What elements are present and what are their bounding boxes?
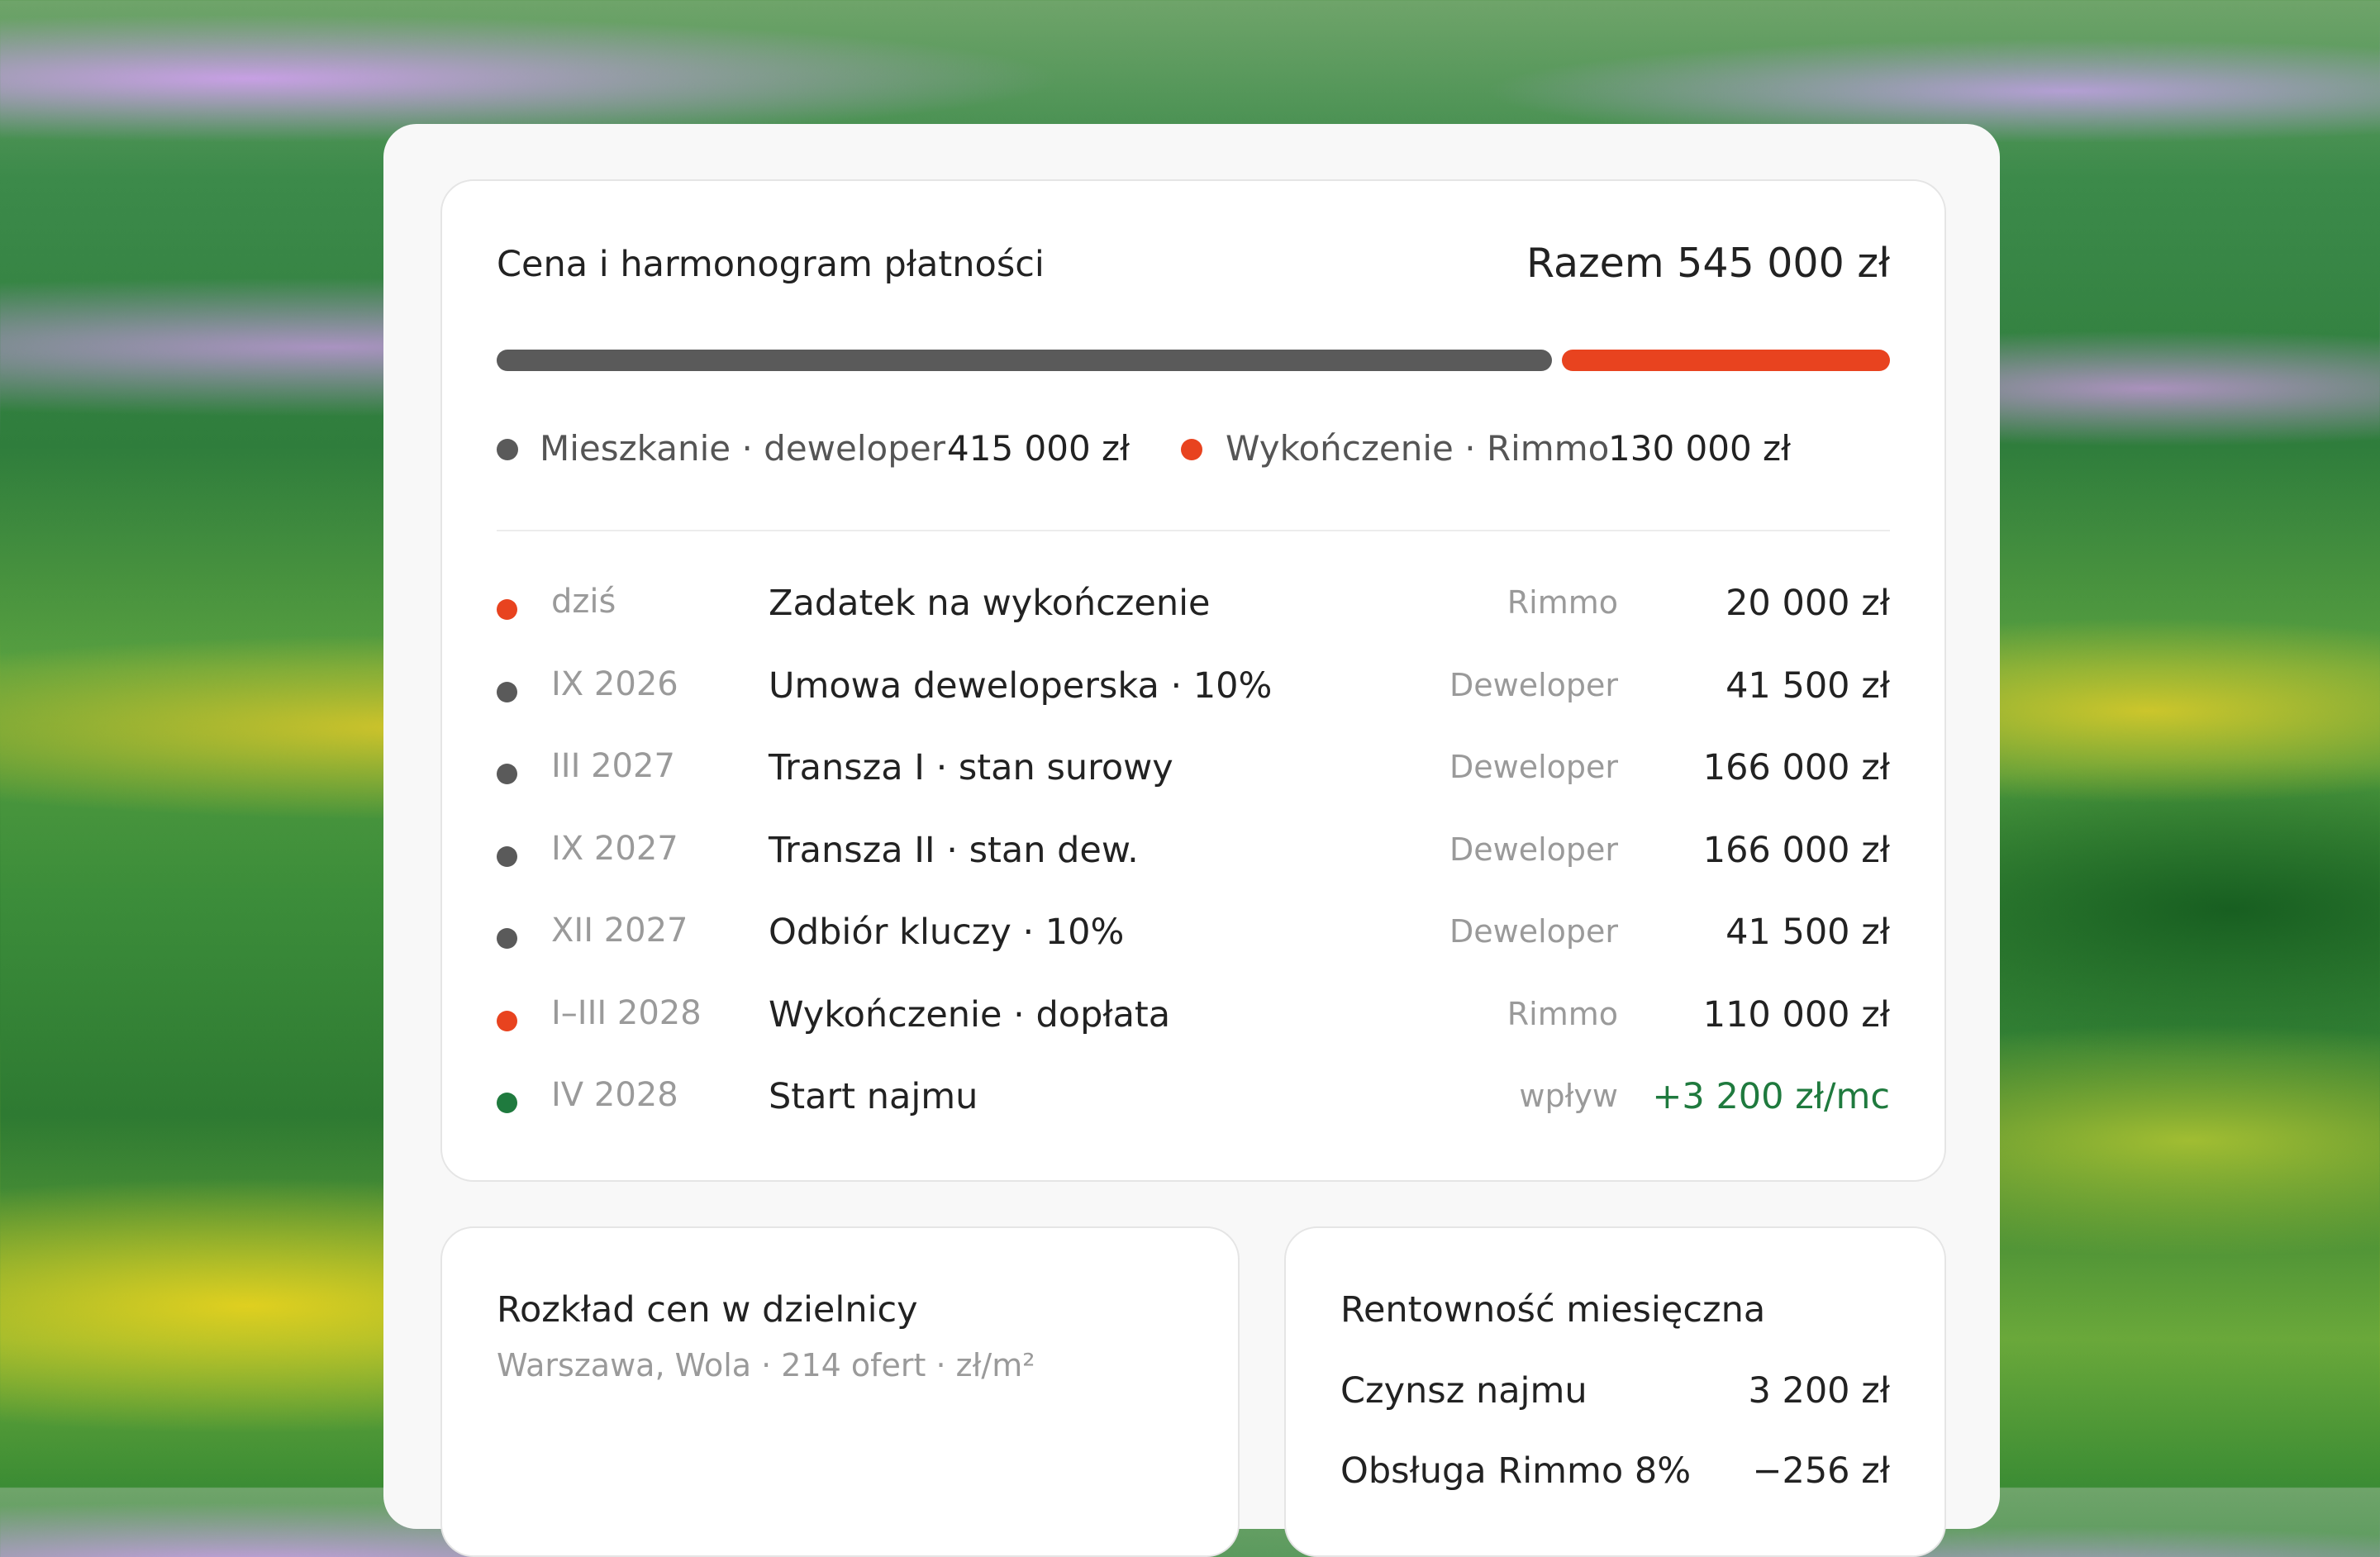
row-date: I–III 2028 (551, 994, 702, 1032)
row-date: XII 2027 (551, 912, 688, 950)
distribution-title: Rozkład cen w dzielnicy (497, 1289, 918, 1331)
row-date: III 2027 (551, 747, 675, 785)
schedule-divider (497, 530, 1890, 531)
row-amount: 166 000 zł (1702, 830, 1890, 871)
profitability-value-fee: −256 zł (1752, 1450, 1890, 1492)
app-root: { "schedule": { "title": "Cena i harmono… (0, 0, 2380, 1557)
split-bar-developer (497, 350, 1552, 371)
row-amount: 41 500 zł (1726, 665, 1890, 707)
row-amount: 166 000 zł (1702, 747, 1890, 788)
row-party: Rimmo (1507, 996, 1618, 1032)
distribution-subtitle: Warszawa, Wola · 214 ofert · zł/m² (497, 1347, 1035, 1383)
legend-dot-finishing (1181, 439, 1202, 460)
profitability-label-rent: Czynsz najmu (1340, 1370, 1587, 1412)
row-title: Odbiór kluczy · 10% (769, 912, 1125, 953)
row-status-dot (497, 846, 517, 867)
row-party: Deweloper (1449, 667, 1618, 703)
row-status-dot (497, 1011, 517, 1031)
profitability-label-fee: Obsługa Rimmo 8% (1340, 1450, 1692, 1492)
schedule-title: Cena i harmonogram płatności (497, 244, 1045, 285)
row-party: Deweloper (1449, 749, 1618, 785)
row-status-dot (497, 764, 517, 784)
row-status-dot (497, 682, 517, 702)
row-title: Wykończenie · dopłata (769, 994, 1171, 1036)
row-amount: 20 000 zł (1726, 583, 1890, 624)
row-amount: 110 000 zł (1702, 994, 1890, 1036)
row-date: dziś (551, 583, 616, 621)
row-title: Transza I · stan surowy (769, 747, 1173, 788)
row-title: Start najmu (769, 1076, 978, 1117)
profitability-title: Rentowność miesięczna (1340, 1289, 1766, 1331)
row-party: Deweloper (1449, 913, 1618, 950)
row-date: IV 2028 (551, 1076, 678, 1114)
legend-value-developer: 415 000 zł (947, 428, 1130, 469)
row-status-dot (497, 928, 517, 949)
row-party: Rimmo (1507, 584, 1618, 621)
split-bar-finishing (1562, 350, 1890, 371)
row-party: Deweloper (1449, 831, 1618, 868)
legend-label-finishing: Wykończenie · Rimmo (1226, 428, 1610, 469)
row-title: Umowa deweloperska · 10% (769, 665, 1273, 707)
legend-label-developer: Mieszkanie · deweloper (540, 428, 945, 469)
schedule-total: Razem 545 000 zł (1526, 240, 1890, 287)
row-party: wpływ (1519, 1078, 1618, 1114)
price-distribution-card (440, 1226, 1240, 1557)
row-status-dot (497, 1093, 517, 1113)
legend-dot-developer (497, 439, 518, 460)
row-status-dot (497, 599, 517, 620)
profitability-value-rent: 3 200 zł (1748, 1370, 1890, 1412)
legend-value-finishing: 130 000 zł (1608, 428, 1792, 469)
row-title: Zadatek na wykończenie (769, 583, 1211, 624)
row-amount: 41 500 zł (1726, 912, 1890, 953)
row-date: IX 2027 (551, 830, 678, 868)
row-amount: +3 200 zł/mc (1652, 1076, 1890, 1117)
row-date: IX 2026 (551, 665, 678, 703)
row-title: Transza II · stan dew. (769, 830, 1139, 871)
